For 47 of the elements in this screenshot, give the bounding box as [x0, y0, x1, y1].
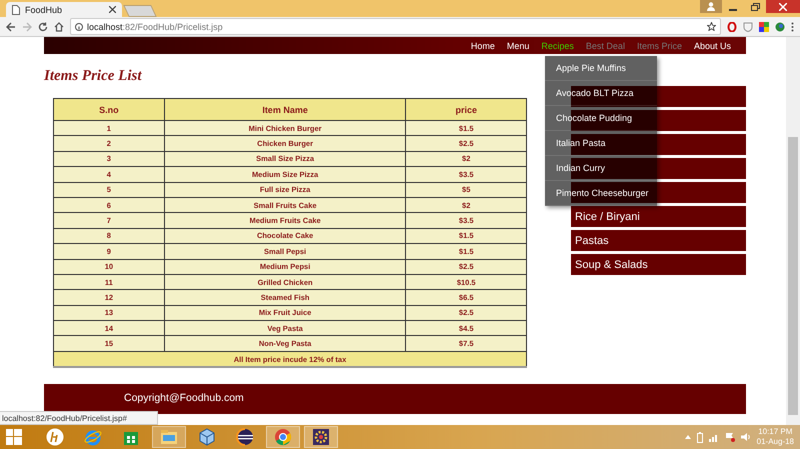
clock-date: 01-Aug-18	[756, 437, 794, 447]
nav-link[interactable]: About Us	[694, 40, 731, 50]
info-icon[interactable]	[75, 22, 83, 30]
column-header: price	[406, 98, 526, 120]
folder-icon	[160, 429, 178, 445]
star-icon[interactable]	[707, 22, 716, 31]
browser-tab[interactable]: FoodHub	[6, 2, 122, 17]
home-icon[interactable]	[54, 22, 64, 32]
cube-icon	[198, 428, 216, 446]
address-bar[interactable]: localhost:82/FoodHub/Pricelist.jsp	[70, 18, 721, 35]
windows-start-icon[interactable]	[6, 429, 22, 445]
column-header: S.no	[54, 98, 164, 120]
dropdown-item[interactable]: Pimento Cheeseburger	[545, 181, 657, 206]
browser-e-icon	[84, 428, 102, 446]
chrome-icon	[274, 428, 292, 446]
scrollbar[interactable]	[786, 37, 800, 425]
clock-time: 10:17 PM	[758, 427, 792, 437]
back-arrow-icon[interactable]	[6, 22, 16, 32]
hp-logo-icon	[46, 428, 64, 446]
globe-icon[interactable]	[775, 22, 785, 32]
scroll-thumb[interactable]	[788, 137, 798, 415]
page-icon	[12, 4, 20, 14]
color-grid-icon[interactable]	[759, 22, 769, 32]
dropdown-item[interactable]: Avocado BLT Pizza	[545, 81, 657, 106]
nav-link[interactable]: Home	[470, 40, 495, 50]
reload-icon[interactable]	[38, 22, 48, 32]
gear-icon	[312, 428, 330, 446]
column-header: Item Name	[164, 98, 406, 120]
quick-menu-item[interactable]: Rice / Biryani	[571, 206, 746, 227]
url-text: localhost:82/FoodHub/Pricelist.jsp	[87, 22, 223, 32]
dropdown-item[interactable]: Chocolate Pudding	[545, 106, 657, 131]
more-menu-icon[interactable]	[791, 22, 794, 32]
close-icon[interactable]	[766, 0, 800, 13]
quick-menu-item[interactable]: Pastas	[571, 230, 746, 251]
status-url: localhost:82/FoodHub/Pricelist.jsp#	[0, 411, 158, 425]
page-title: Items Price List	[44, 68, 142, 86]
close-icon[interactable]	[109, 6, 116, 13]
opera-icon[interactable]	[727, 22, 737, 32]
shield-icon[interactable]	[743, 22, 753, 32]
quick-menu-item[interactable]: Soup & Salads	[571, 254, 746, 275]
dropdown-item[interactable]: Apple Pie Muffins	[545, 56, 657, 81]
nav-link[interactable]: Recipes	[541, 40, 574, 50]
nav-link[interactable]: Menu	[506, 40, 530, 50]
flag-icon[interactable]	[724, 432, 735, 442]
taskbar-app[interactable]	[304, 426, 338, 448]
eclipse-icon	[236, 428, 254, 446]
copyright-text: Copyright@Foodhub.com	[124, 392, 244, 404]
